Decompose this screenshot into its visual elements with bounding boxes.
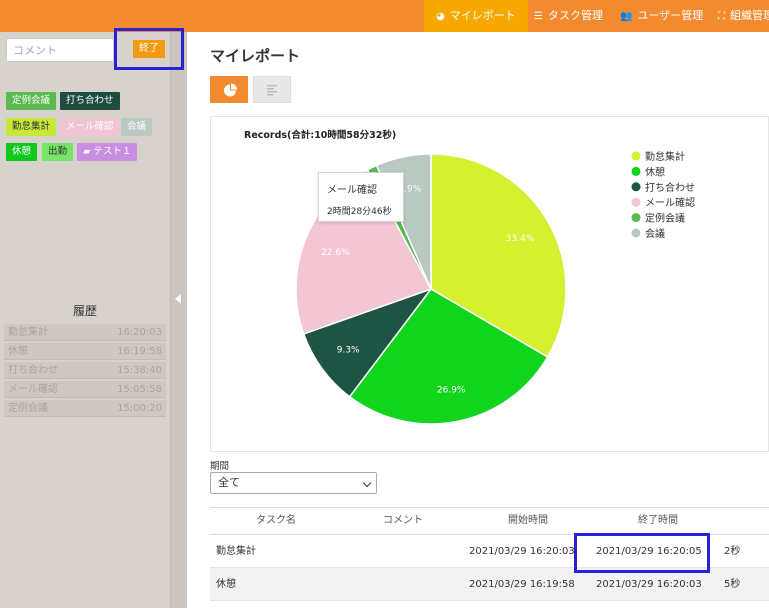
task-button-mail[interactable]: メール確認 (60, 118, 120, 136)
nav-label: 組織管理 (730, 9, 769, 22)
history-task: 勤怠集計 (8, 327, 48, 338)
task-button-teirei[interactable]: 定例会議 (6, 92, 57, 110)
cell-duration: 2秒 (724, 546, 741, 557)
legend-swatch (631, 213, 641, 223)
nav-label: マイレポート (449, 9, 516, 22)
task-button-kaigi[interactable]: 会議 (121, 118, 153, 136)
task-button-uchiawase[interactable]: 打ち合わせ (60, 92, 120, 110)
folder-icon: ▰ (83, 146, 91, 157)
pie-chart-icon (224, 83, 237, 97)
history-time: 15:38:40 (117, 365, 162, 376)
history-row: 定例会議 15:00:20 (4, 400, 166, 417)
list-icon (267, 85, 277, 96)
highlight-box (114, 28, 184, 70)
legend-swatch (631, 197, 641, 207)
pie-slice-label: 22.6% (321, 248, 350, 258)
column-header-end[interactable]: 終了時間 (638, 507, 678, 535)
period-select[interactable]: 全て (210, 472, 377, 494)
list-view-button[interactable] (253, 76, 291, 103)
history-row: 勤怠集計 16:20:03 (4, 324, 166, 341)
highlight-box (574, 533, 710, 573)
nav-task-management[interactable]: ☰ タスク管理 (522, 0, 615, 32)
tooltip-title: メール確認 (327, 185, 377, 196)
nav-org-management[interactable]: ⛶ 組織管理 (706, 0, 769, 32)
sitemap-icon: ⛶ (718, 11, 725, 22)
history-time: 15:05:58 (117, 384, 162, 395)
sidebar-collapse-handle[interactable] (170, 32, 187, 608)
pie-slice-label: 9.3% (337, 346, 360, 356)
legend-label[interactable]: 会議 (645, 227, 665, 240)
chart-title: Records(合計:10時間58分32秒) (244, 129, 396, 141)
pie-chart: Records(合計:10時間58分32秒) 33.4% 26.9% 9.3% 22.… (244, 129, 695, 425)
nav-my-report[interactable]: ◕ マイレポート (424, 0, 528, 32)
history-time: 15:00:20 (117, 403, 162, 414)
history-time: 16:19:58 (117, 346, 162, 357)
chart-card: Records(合計:10時間58分32秒) 33.4% 26.9% 9.3% 22.… (210, 116, 769, 452)
pie-view-button[interactable] (210, 76, 248, 103)
history-row: 打ち合わせ 15:38:40 (4, 362, 166, 379)
pie-slice-label: 33.4% (506, 234, 535, 244)
legend-label[interactable]: メール確認 (645, 196, 695, 209)
task-button-label: テスト１ (93, 146, 132, 157)
cell-start: 2021/03/29 16:19:58 (469, 579, 575, 590)
cell-task: 休憩 (216, 579, 236, 590)
users-icon: 👥 (620, 11, 633, 22)
chevron-down-icon (362, 478, 372, 488)
task-button-test1[interactable]: ▰ テスト１ (77, 143, 138, 161)
cell-duration: 5秒 (724, 579, 741, 590)
column-header-task[interactable]: タスク名 (256, 507, 296, 535)
task-button-kintai[interactable]: 勤怠集計 (6, 118, 57, 136)
legend-swatch (631, 228, 641, 238)
task-button-kyukei[interactable]: 休憩 (6, 143, 38, 161)
legend-label[interactable]: 勤怠集計 (645, 150, 685, 163)
pie-slice-label: 26.9% (437, 386, 466, 396)
cell-start: 2021/03/29 16:20:03 (469, 546, 575, 557)
cell-task: 勤怠集計 (216, 546, 256, 557)
history-task: 打ち合わせ (8, 365, 58, 376)
nav-label: タスク管理 (547, 9, 603, 22)
legend-swatch (631, 166, 641, 176)
nav-label: ユーザー管理 (637, 9, 704, 22)
legend-label[interactable]: 休憩 (645, 165, 665, 178)
history-title: 履歴 (72, 304, 97, 318)
history-task: 定例会議 (8, 403, 48, 414)
tooltip-value: 2時間28分46秒 (327, 207, 392, 217)
history-time: 16:20:03 (117, 327, 162, 338)
legend-swatch (631, 151, 641, 161)
task-button-shukkin[interactable]: 出勤 (42, 143, 74, 161)
pie-chart-icon: ◕ (436, 11, 445, 22)
history-task: メール確認 (8, 384, 58, 395)
history-row: メール確認 15:05:58 (4, 381, 166, 398)
column-header-start[interactable]: 開始時間 (508, 507, 548, 535)
legend-swatch (631, 182, 641, 192)
legend-label[interactable]: 定例会議 (645, 212, 685, 225)
period-label: 期間 (210, 461, 230, 472)
chart-tooltip: メール確認 2時間28分46秒 (318, 172, 404, 222)
chevron-left-icon (175, 294, 181, 304)
nav-user-management[interactable]: 👥 ユーザー管理 (608, 0, 715, 32)
legend-label[interactable]: 打ち合わせ (645, 181, 695, 194)
comment-input[interactable] (6, 38, 114, 62)
history-row: 休憩 16:19:58 (4, 343, 166, 360)
list-icon: ☰ (534, 11, 543, 22)
period-selected-value: 全て (218, 476, 240, 489)
page-title: マイレポート (210, 47, 301, 65)
history-task: 休憩 (8, 346, 28, 357)
column-header-comment[interactable]: コメント (383, 507, 423, 535)
